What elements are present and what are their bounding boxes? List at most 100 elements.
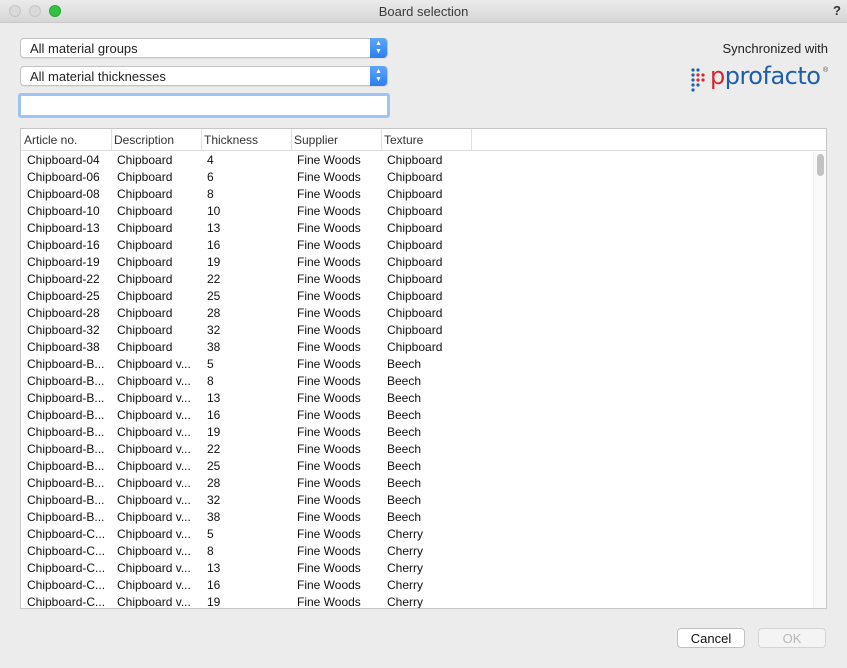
cell-supplier: Fine Woods	[297, 391, 361, 405]
table-row[interactable]: Chipboard-19 Chipboard 19 Fine Woods Chipboa…	[21, 254, 813, 271]
cell-description: Chipboard v...	[117, 476, 191, 490]
cell-supplier: Fine Woods	[297, 323, 361, 337]
material-thickness-select[interactable]: All material thicknesses ▲ ▼	[20, 66, 388, 86]
cell-thickness: 8	[207, 187, 214, 201]
cell-article-no: Chipboard-B...	[27, 425, 105, 439]
table-row[interactable]: Chipboard-B... Chipboard v... 22 Fine Woods…	[21, 441, 813, 458]
help-button[interactable]: ?	[833, 3, 841, 18]
cell-description: Chipboard v...	[117, 391, 191, 405]
column-divider[interactable]	[471, 129, 472, 151]
cell-thickness: 38	[207, 510, 221, 524]
search-field[interactable]	[18, 93, 390, 118]
cell-texture: Beech	[387, 391, 422, 405]
table-row[interactable]: Chipboard-B... Chipboard v... 19 Fine Woods…	[21, 424, 813, 441]
cell-article-no: Chipboard-28	[27, 306, 100, 320]
cell-texture: Cherry	[387, 595, 424, 608]
table-row[interactable]: Chipboard-08 Chipboard 8 Fine Woods Chipboar…	[21, 186, 813, 203]
table-header: Article no. Description Thickness Suppli…	[21, 129, 826, 151]
table-row[interactable]: Chipboard-38 Chipboard 38 Fine Woods Chipboa…	[21, 339, 813, 356]
cell-description: Chipboard v...	[117, 408, 191, 422]
table-row[interactable]: Chipboard-B... Chipboard v... 13 Fine Woods…	[21, 390, 813, 407]
cell-article-no: Chipboard-B...	[27, 408, 105, 422]
column-header-thickness[interactable]: Thickness	[201, 133, 291, 150]
column-header-texture[interactable]: Texture	[381, 133, 471, 150]
table-row[interactable]: Chipboard-04 Chipboard 4 Fine Woods Chipboar…	[21, 152, 813, 169]
cell-supplier: Fine Woods	[297, 153, 361, 167]
material-group-value: All material groups	[30, 41, 138, 56]
table-row[interactable]: Chipboard-C... Chipboard v... 16 Fine Woods…	[21, 577, 813, 594]
vertical-scrollbar[interactable]	[813, 152, 826, 608]
cell-description: Chipboard	[117, 255, 173, 269]
table-row[interactable]: Chipboard-22 Chipboard 22 Fine Woods Chipboa…	[21, 271, 813, 288]
cell-supplier: Fine Woods	[297, 595, 361, 608]
table-row[interactable]: Chipboard-B... Chipboard v... 5 Fine Woods B…	[21, 356, 813, 373]
cell-description: Chipboard v...	[117, 578, 191, 592]
table-row[interactable]: Chipboard-B... Chipboard v... 28 Fine Woods…	[21, 475, 813, 492]
table-row[interactable]: Chipboard-C... Chipboard v... 5 Fine Woods C…	[21, 526, 813, 543]
cell-thickness: 13	[207, 391, 221, 405]
cell-supplier: Fine Woods	[297, 170, 361, 184]
cell-texture: Cherry	[387, 544, 424, 558]
logo-wordmark: pprofacto	[710, 62, 821, 90]
board-table[interactable]: Article no. Description Thickness Suppli…	[20, 128, 827, 609]
cell-article-no: Chipboard-32	[27, 323, 100, 337]
cell-article-no: Chipboard-08	[27, 187, 100, 201]
cell-texture: Cherry	[387, 561, 424, 575]
column-header-article-no[interactable]: Article no.	[21, 133, 111, 150]
cell-article-no: Chipboard-16	[27, 238, 100, 252]
table-row[interactable]: Chipboard-B... Chipboard v... 25 Fine Woods…	[21, 458, 813, 475]
cancel-button[interactable]: Cancel	[677, 628, 745, 648]
cell-thickness: 16	[207, 408, 221, 422]
scrollbar-thumb[interactable]	[817, 154, 824, 176]
cell-description: Chipboard v...	[117, 442, 191, 456]
table-row[interactable]: Chipboard-10 Chipboard 10 Fine Woods Chipboa…	[21, 203, 813, 220]
table-row[interactable]: Chipboard-B... Chipboard v... 16 Fine Woods…	[21, 407, 813, 424]
table-row[interactable]: Chipboard-13 Chipboard 13 Fine Woods Chipboa…	[21, 220, 813, 237]
column-header-supplier[interactable]: Supplier	[291, 133, 381, 150]
column-header-description[interactable]: Description	[111, 133, 201, 150]
cell-description: Chipboard	[117, 187, 173, 201]
logo-registered-mark: ®	[823, 67, 829, 74]
table-row[interactable]: Chipboard-C... Chipboard v... 8 Fine Woods C…	[21, 543, 813, 560]
cell-texture: Chipboard	[387, 153, 443, 167]
table-row[interactable]: Chipboard-C... Chipboard v... 19 Fine Woods…	[21, 594, 813, 608]
table-row[interactable]: Chipboard-16 Chipboard 16 Fine Woods Chipboa…	[21, 237, 813, 254]
cell-description: Chipboard v...	[117, 493, 191, 507]
cell-supplier: Fine Woods	[297, 221, 361, 235]
table-row[interactable]: Chipboard-32 Chipboard 32 Fine Woods Chipboa…	[21, 322, 813, 339]
cell-supplier: Fine Woods	[297, 578, 361, 592]
cell-texture: Beech	[387, 442, 422, 456]
cell-thickness: 16	[207, 578, 221, 592]
cell-article-no: Chipboard-B...	[27, 357, 105, 371]
cell-texture: Beech	[387, 493, 422, 507]
table-row[interactable]: Chipboard-B... Chipboard v... 8 Fine Woods B…	[21, 373, 813, 390]
cell-supplier: Fine Woods	[297, 374, 361, 388]
cell-article-no: Chipboard-B...	[27, 510, 105, 524]
cell-supplier: Fine Woods	[297, 527, 361, 541]
table-row[interactable]: Chipboard-B... Chipboard v... 38 Fine Woods…	[21, 509, 813, 526]
table-row[interactable]: Chipboard-C... Chipboard v... 13 Fine Woods…	[21, 560, 813, 577]
cell-article-no: Chipboard-22	[27, 272, 100, 286]
cell-article-no: Chipboard-B...	[27, 391, 105, 405]
cell-texture: Chipboard	[387, 323, 443, 337]
cell-thickness: 22	[207, 272, 221, 286]
title-bar: Board selection ?	[0, 0, 847, 23]
table-row[interactable]: Chipboard-B... Chipboard v... 32 Fine Woods…	[21, 492, 813, 509]
cell-thickness: 19	[207, 425, 221, 439]
cell-article-no: Chipboard-B...	[27, 476, 105, 490]
cell-description: Chipboard v...	[117, 561, 191, 575]
cell-thickness: 25	[207, 289, 221, 303]
cell-supplier: Fine Woods	[297, 238, 361, 252]
cell-supplier: Fine Woods	[297, 493, 361, 507]
search-input[interactable]	[21, 96, 387, 115]
cell-thickness: 8	[207, 374, 214, 388]
cell-supplier: Fine Woods	[297, 255, 361, 269]
table-row[interactable]: Chipboard-25 Chipboard 25 Fine Woods Chipboa…	[21, 288, 813, 305]
cell-thickness: 28	[207, 476, 221, 490]
material-group-select[interactable]: All material groups ▲ ▼	[20, 38, 388, 58]
cell-article-no: Chipboard-C...	[27, 561, 106, 575]
ok-button[interactable]: OK	[758, 628, 826, 648]
table-row[interactable]: Chipboard-28 Chipboard 28 Fine Woods Chipboa…	[21, 305, 813, 322]
table-row[interactable]: Chipboard-06 Chipboard 6 Fine Woods Chipboar…	[21, 169, 813, 186]
cell-supplier: Fine Woods	[297, 442, 361, 456]
